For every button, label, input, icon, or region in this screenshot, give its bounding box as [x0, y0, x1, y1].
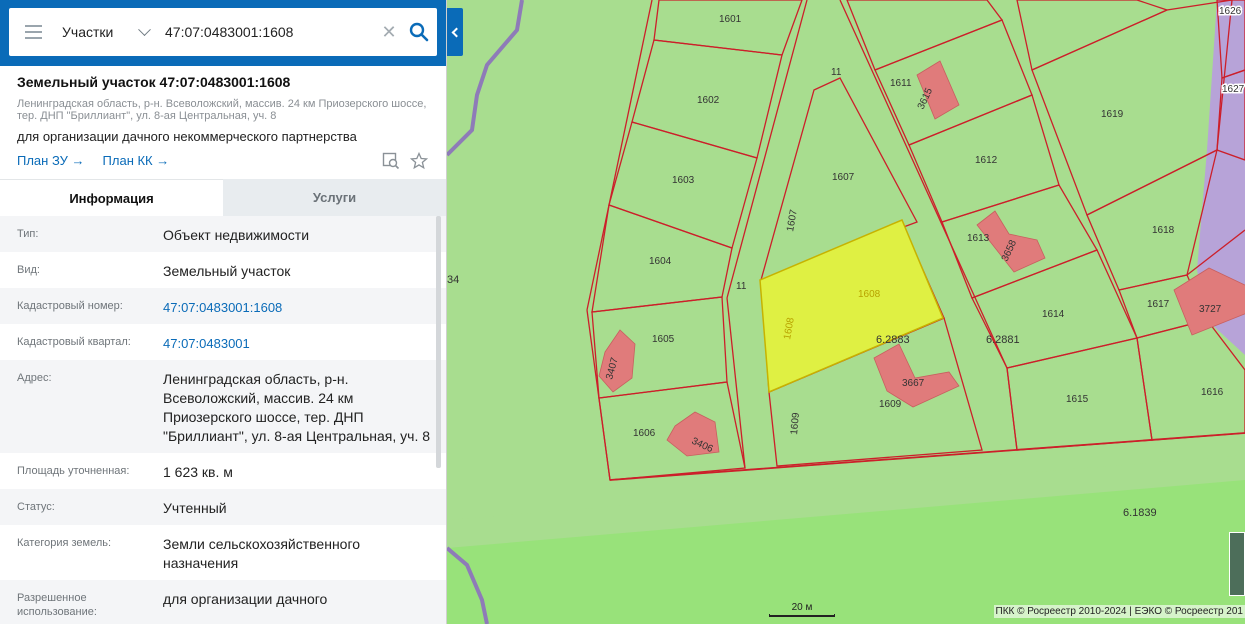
building-label: 3727: [1199, 304, 1222, 315]
parcel-label: 1614: [1042, 309, 1065, 320]
search-button[interactable]: [401, 8, 437, 56]
cadastral-number-link[interactable]: 47:07:0483001:1608: [163, 298, 433, 317]
object-address-line2: тер. ДНП "Бриллиант", ул. 8-ая Центральн…: [17, 110, 277, 122]
info-table: Тип: Объект недвижимости Вид: Земельный …: [0, 216, 446, 624]
chevron-left-icon: [451, 27, 462, 37]
search-bar: Участки ✕: [0, 0, 446, 66]
object-title: Земельный участок 47:07:0483001:1608: [17, 74, 291, 90]
info-row-address: Адрес: Ленинградская область, р-н. Всево…: [0, 360, 446, 453]
quarter-label: 6.2883: [876, 334, 910, 346]
info-panel: Участки ✕ Земельный участок 47:07:048300…: [0, 0, 447, 624]
object-tools: [382, 152, 428, 170]
parcel-label: 1609: [789, 412, 802, 436]
cadastral-quarter-link[interactable]: 47:07:0483001: [163, 334, 433, 353]
map-copyright: ПКК © Росреестр 2010-2024 | ЕЭКО © Росре…: [993, 605, 1245, 618]
info-row-land-category: Категория земель: Земли сельскохозяйстве…: [0, 525, 446, 580]
scale-bar: [769, 614, 835, 617]
info-label: Статус:: [17, 501, 55, 513]
info-row-area: Площадь уточненная: 1 623 кв. м: [0, 453, 446, 489]
scale-label: 20 м: [791, 602, 813, 613]
parcel-label: 1618: [1152, 225, 1175, 236]
parcel-label: 1601: [719, 14, 742, 25]
building-label: 3667: [902, 378, 925, 389]
panel-tabs: Информация Услуги: [0, 179, 446, 216]
info-label: Разрешенное использование:: [17, 592, 97, 618]
parcel-label: 1602: [697, 95, 720, 106]
parcel-label: 1609: [879, 399, 902, 410]
info-value: Земельный участок: [163, 263, 291, 279]
parcel-label: 1619: [1101, 109, 1124, 120]
object-address-line1: Ленинградская область, р-н. Всеволожский…: [17, 98, 427, 110]
info-label: Кадастровый номер:: [17, 300, 123, 312]
search-box: Участки ✕: [9, 8, 437, 56]
parcel-label: 1616: [1201, 387, 1224, 398]
info-row-permitted-use: Разрешенное использование: для организац…: [0, 580, 446, 624]
star-icon[interactable]: [410, 152, 428, 170]
map-canvas[interactable]: 1601 1602 1603 1604 1605 1606 1607 1607 …: [447, 0, 1245, 624]
info-value: Учтенный: [163, 500, 227, 516]
info-value: Объект недвижимости: [163, 227, 310, 243]
parcel-label: 1617: [1147, 299, 1170, 310]
search-type-label: Участки: [62, 24, 114, 40]
quarter-label: 34: [447, 274, 459, 286]
layer-switcher-thumbnail[interactable]: [1229, 532, 1245, 596]
object-address: Ленинградская область, р-н. Всеволожский…: [17, 98, 437, 122]
parcel-label: 1627: [1222, 84, 1245, 95]
plan-links: План ЗУ → План КК →: [17, 153, 169, 168]
plan-kk-link[interactable]: План КК →: [103, 153, 170, 168]
info-value: для организации дачного: [163, 591, 328, 607]
parcel-label-selected: 1608: [858, 289, 881, 300]
info-row-type: Тип: Объект недвижимости: [0, 216, 446, 252]
tab-info[interactable]: Информация: [0, 179, 223, 216]
search-on-map-icon[interactable]: [382, 152, 400, 170]
street-label: 11: [736, 281, 747, 292]
quarter-label: 6.2881: [986, 334, 1020, 346]
parcel-label: 1613: [967, 233, 990, 244]
parcel-label: 1603: [672, 175, 695, 186]
quarter-label: 6.1839: [1123, 507, 1157, 519]
clear-icon[interactable]: ✕: [377, 8, 401, 56]
info-label: Адрес:: [17, 372, 52, 384]
cadastral-map[interactable]: 1601 1602 1603 1604 1605 1606 1607 1607 …: [447, 0, 1245, 624]
parcel-label: 1626: [1219, 6, 1242, 17]
collapse-panel-button[interactable]: [447, 8, 463, 56]
info-row-status: Статус: Учтенный: [0, 489, 446, 525]
parcel-label: 1607: [832, 172, 855, 183]
menu-icon[interactable]: [9, 8, 57, 56]
search-type-select[interactable]: Участки: [57, 8, 159, 56]
panel-scrollbar[interactable]: [436, 216, 441, 468]
info-row-cadastral-number: Кадастровый номер: 47:07:0483001:1608: [0, 288, 446, 324]
info-value: 1 623 кв. м: [163, 464, 233, 480]
plan-zu-link[interactable]: План ЗУ →: [17, 153, 85, 168]
parcel-label: 1611: [890, 78, 912, 89]
parcel-label: 1612: [975, 155, 998, 166]
street-label: 11: [831, 67, 842, 78]
parcel-label: 1604: [649, 256, 672, 267]
info-label: Площадь уточненная:: [17, 465, 130, 477]
info-value: Земли сельскохозяйственного назначения: [163, 536, 361, 571]
info-row-kind: Вид: Земельный участок: [0, 252, 446, 288]
chevron-down-icon: [138, 22, 151, 36]
parcel-label: 1605: [652, 334, 675, 345]
tab-services[interactable]: Услуги: [223, 179, 446, 216]
parcel-label: 1615: [1066, 394, 1089, 405]
info-row-cadastral-quarter: Кадастровый квартал: 47:07:0483001: [0, 324, 446, 360]
parcel-label: 1606: [633, 428, 656, 439]
info-label: Категория земель:: [17, 537, 112, 549]
info-label: Тип:: [17, 228, 39, 240]
object-purpose: для организации дачного некоммерческого …: [17, 129, 357, 144]
info-label: Кадастровый квартал:: [17, 336, 131, 348]
info-label: Вид:: [17, 264, 40, 276]
info-value: Ленинградская область, р-н. Всеволожский…: [163, 371, 431, 444]
search-input[interactable]: [159, 8, 377, 56]
search-icon: [409, 22, 429, 42]
